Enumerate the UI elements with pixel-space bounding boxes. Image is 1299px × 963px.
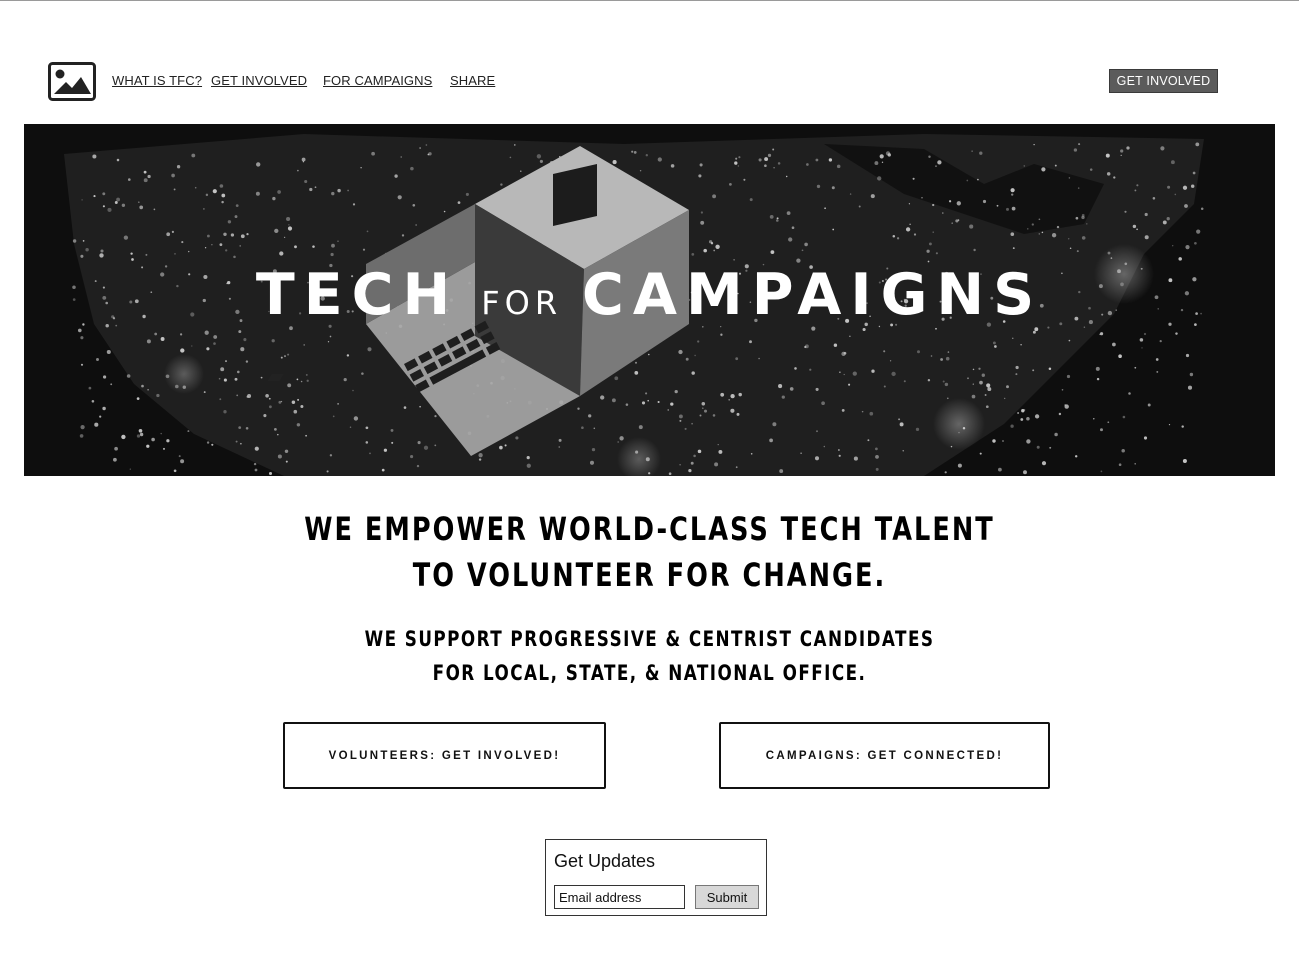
image-placeholder-icon[interactable] [48, 62, 96, 101]
mission-subheadline: WE SUPPORT PROGRESSIVE & CENTRIST CANDID… [130, 622, 1169, 690]
volunteers-get-involved-button[interactable]: VOLUNTEERS: GET INVOLVED! [283, 722, 606, 789]
email-input[interactable] [554, 885, 685, 909]
nav-link-for-campaigns[interactable]: FOR CAMPAIGNS [323, 73, 432, 88]
hero-title: TECH FOR CAMPAIGNS [0, 262, 1299, 328]
mission-headline: WE EMPOWER WORLD-CLASS TECH TALENT TO VO… [130, 506, 1169, 598]
get-updates-form: Get Updates Submit [545, 839, 767, 916]
campaigns-get-connected-button[interactable]: CAMPAIGNS: GET CONNECTED! [719, 722, 1050, 789]
get-updates-title: Get Updates [554, 851, 656, 871]
mission-subheadline-line2: FOR LOCAL, STATE, & NATIONAL OFFICE. [432, 661, 867, 685]
submit-button[interactable]: Submit [695, 885, 759, 909]
nav-link-get-involved[interactable]: GET INVOLVED [211, 73, 307, 88]
mission-headline-line1: WE EMPOWER WORLD-CLASS TECH TALENT [304, 510, 995, 548]
header-get-involved-button[interactable]: GET INVOLVED [1109, 69, 1218, 93]
mission-subheadline-line1: WE SUPPORT PROGRESSIVE & CENTRIST CANDID… [364, 627, 935, 651]
hero-title-campaigns: CAMPAIGNS [582, 262, 1044, 328]
mission-headline-line2: TO VOLUNTEER FOR CHANGE. [412, 556, 887, 594]
hero-title-for: FOR [481, 284, 563, 322]
hero-title-tech: TECH [255, 262, 460, 328]
nav-link-share[interactable]: SHARE [450, 73, 495, 88]
nav-link-what-is-tfc[interactable]: WHAT IS TFC? [112, 73, 202, 88]
top-border [0, 0, 1299, 1]
